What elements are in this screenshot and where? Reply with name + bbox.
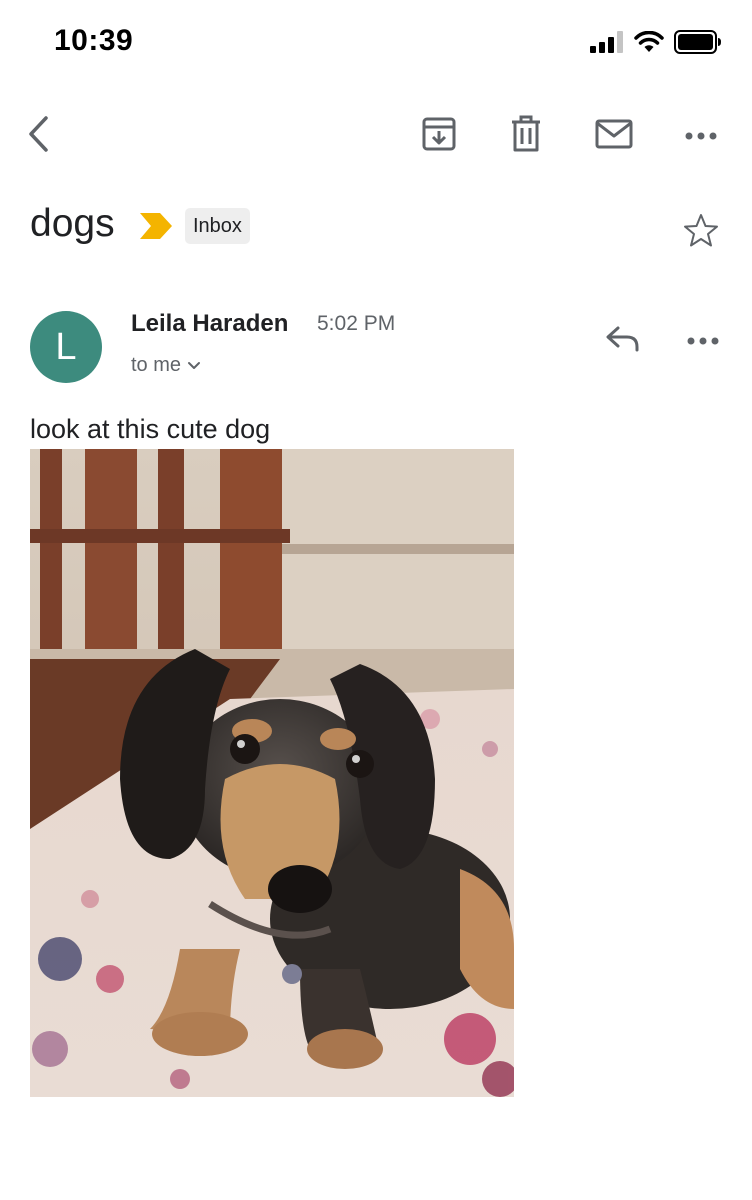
subject-row: dogs Inbox [30, 200, 730, 260]
battery-icon [674, 29, 722, 59]
message-more-options-button[interactable] [678, 316, 728, 366]
archive-icon [421, 116, 457, 157]
status-time: 10:39 [54, 24, 134, 57]
importance-marker-icon[interactable] [140, 213, 172, 244]
mark-unread-icon [595, 119, 633, 154]
archive-button[interactable] [409, 100, 469, 172]
more-options-button[interactable] [671, 100, 731, 172]
dog-photo-attachment[interactable] [30, 449, 514, 1097]
message-toolbar [0, 100, 752, 172]
reply-button[interactable] [598, 316, 648, 366]
delete-button[interactable] [496, 100, 556, 172]
sender-header: L Leila Haraden 5:02 PM to me [30, 300, 730, 390]
recipient-label: to me [131, 354, 182, 376]
more-icon [685, 127, 717, 145]
status-icons [590, 29, 722, 59]
delete-icon [510, 115, 542, 158]
avatar[interactable]: L [30, 311, 102, 383]
inbox-label-chip[interactable]: Inbox [185, 208, 250, 244]
wifi-icon [634, 30, 664, 58]
message-subject: dogs [30, 202, 115, 245]
back-button[interactable] [10, 100, 70, 172]
email-screen: 10:39 dogs Inbox L Leila Haraden 5:02 PM… [0, 0, 752, 1200]
sent-time: 5:02 PM [317, 312, 396, 335]
sender-name: Leila Haraden [131, 310, 289, 337]
recipient-details-toggle[interactable]: to me [131, 354, 201, 377]
chevron-down-icon [187, 354, 201, 377]
mark-unread-button[interactable] [584, 100, 644, 172]
cellular-signal-icon [590, 30, 624, 58]
star-button[interactable] [680, 212, 722, 254]
message-body: look at this cute dog [30, 414, 271, 444]
reply-icon [605, 325, 641, 358]
status-bar: 10:39 [0, 0, 752, 88]
more-icon [687, 332, 719, 350]
star-icon [683, 213, 719, 254]
back-icon [25, 114, 55, 159]
